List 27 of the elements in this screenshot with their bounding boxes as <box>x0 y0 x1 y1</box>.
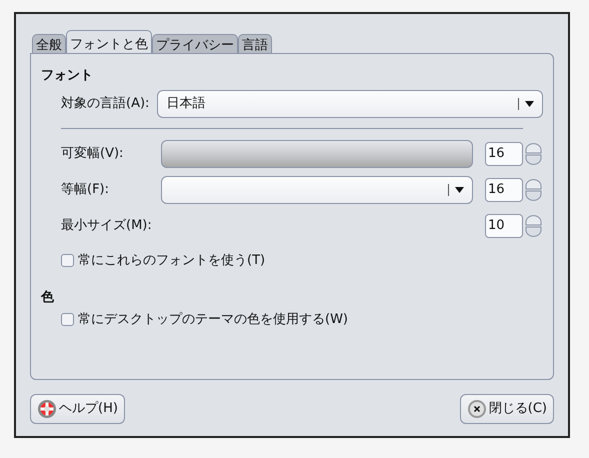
tab[interactable]: フォントと色 <box>66 30 152 54</box>
tab[interactable]: 全般 <box>32 34 66 54</box>
help-button[interactable]: ヘルプ(H) <box>30 394 125 424</box>
section-heading: フォント <box>41 67 94 85</box>
close-icon <box>466 399 487 419</box>
section-heading: 色 <box>41 289 55 307</box>
dropdown-arrow-icon <box>448 184 464 196</box>
size-field[interactable]: 10 <box>485 214 523 238</box>
spin-arrows-icon[interactable] <box>525 178 542 200</box>
language-dropdown[interactable]: 日本語 <box>157 90 543 118</box>
tab[interactable]: 言語 <box>238 34 272 54</box>
spin-arrows-icon[interactable] <box>525 142 542 164</box>
tab[interactable]: プライバシー <box>152 34 238 54</box>
spin-arrows-icon[interactable] <box>525 214 542 236</box>
checkbox-label: 常にデスクトップのテーマの色を使用する(W) <box>78 310 348 328</box>
field-label: 対象の言語(A): <box>61 94 150 113</box>
close-button[interactable]: 閉じる(C) <box>460 394 554 424</box>
checkbox-label: 常にこれらのフォントを使う(T) <box>78 252 266 270</box>
dropdown-arrow-icon <box>518 98 534 110</box>
checkbox[interactable] <box>61 254 74 267</box>
lifebuoy-icon <box>37 399 57 419</box>
field-label: 等幅(F): <box>61 180 110 199</box>
field-label: 最小サイズ(M): <box>61 216 153 235</box>
font-dropdown[interactable] <box>161 176 473 204</box>
field-label: 可変幅(V): <box>61 144 124 163</box>
checkbox[interactable] <box>61 312 74 326</box>
size-field[interactable]: 16 <box>485 178 523 202</box>
